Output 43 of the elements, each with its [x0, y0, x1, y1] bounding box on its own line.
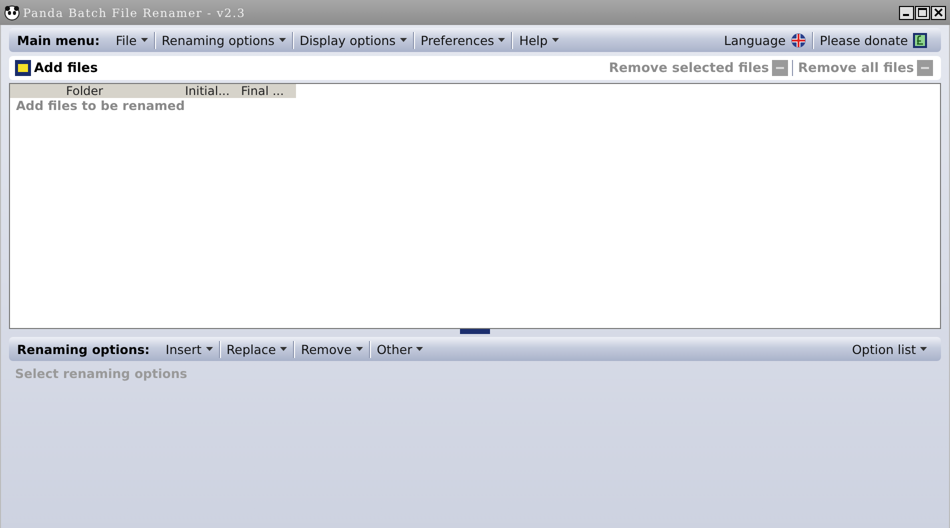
caret-icon	[400, 38, 407, 42]
caret-icon	[416, 347, 424, 351]
option-list-button[interactable]: Option list	[846, 342, 933, 356]
donate-button[interactable]: Please donate	[814, 32, 933, 48]
menu-item[interactable]: Renaming options	[156, 32, 292, 48]
menu-item[interactable]: Insert	[160, 342, 219, 356]
maximize-icon	[918, 8, 927, 17]
menu-item[interactable]: Help	[513, 32, 565, 48]
options-hint: Select renaming options	[14, 365, 188, 383]
language-button[interactable]: Language	[718, 32, 812, 48]
menu-item[interactable]: Remove	[294, 342, 369, 356]
minus-icon	[917, 60, 933, 76]
column-header[interactable]: Final ...	[241, 84, 296, 98]
menu-label: Main menu:	[17, 32, 100, 48]
caret-icon	[278, 38, 286, 42]
caret-icon	[140, 38, 148, 42]
caret-icon	[356, 347, 363, 351]
column-header[interactable]: Folder	[10, 84, 185, 98]
splitter-handle[interactable]	[460, 329, 490, 334]
caret-icon	[280, 347, 287, 351]
minus-icon	[772, 60, 788, 76]
menu-item[interactable]: Display options	[294, 32, 413, 48]
empty-message: Add files to be renamed	[15, 98, 186, 113]
window-title: Panda Batch File Renamer - v2.3	[23, 6, 246, 20]
caret-icon	[498, 38, 506, 42]
caret-icon	[552, 38, 559, 42]
close-button[interactable]	[931, 6, 946, 20]
close-icon	[934, 8, 943, 17]
renaming-options-label: Renaming options:	[17, 342, 150, 356]
menu-item[interactable]: Other	[370, 342, 430, 356]
minimize-button[interactable]	[899, 6, 914, 20]
menu-item[interactable]: File	[110, 32, 154, 48]
add-files-button[interactable]: Add files	[13, 60, 100, 76]
money-icon	[913, 32, 927, 48]
caret-icon	[206, 347, 213, 351]
column-header[interactable]: Initial...	[185, 84, 241, 98]
flag-icon	[790, 32, 806, 48]
folder-icon	[15, 60, 31, 76]
caret-icon	[920, 347, 927, 351]
panda-icon	[4, 4, 20, 20]
menu-item[interactable]: Preferences	[414, 32, 512, 48]
maximize-button[interactable]	[915, 6, 930, 20]
menu-item[interactable]: Replace	[220, 342, 293, 356]
